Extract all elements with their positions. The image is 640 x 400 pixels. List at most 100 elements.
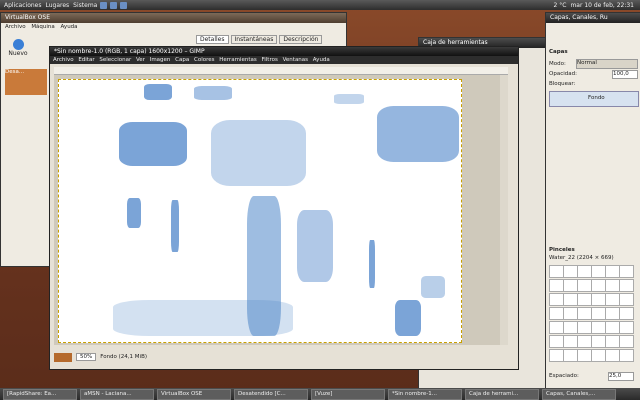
brush-thumbnail[interactable] (549, 307, 564, 320)
gimp-titlebar[interactable]: *Sin nombre-1.0 (RGB, 1 capa) 1600x1200 … (50, 47, 518, 56)
layer-row[interactable]: Fondo (549, 91, 639, 107)
brush-thumbnail[interactable] (619, 321, 634, 334)
brush-thumbnail[interactable] (577, 321, 592, 334)
brush-thumbnail[interactable] (591, 335, 606, 348)
brush-thumbnail[interactable] (563, 265, 578, 278)
gimp-menu-capa[interactable]: Capa (175, 57, 189, 63)
vertical-scrollbar[interactable] (500, 75, 508, 345)
brush-thumbnail[interactable] (605, 335, 620, 348)
places-menu[interactable]: Lugares (45, 2, 69, 9)
brush-thumbnail[interactable] (619, 279, 634, 292)
gimp-menubar: Archivo Editar Seleccionar Ver Imagen Ca… (50, 56, 518, 64)
brush-thumbnail[interactable] (591, 265, 606, 278)
brush-thumbnail[interactable] (549, 349, 564, 362)
weather-indicator[interactable]: 2 °C (554, 2, 567, 9)
brush-thumbnail[interactable] (619, 293, 634, 306)
vbox-titlebar[interactable]: VirtualBox OSE (1, 13, 346, 23)
water-brush-stamp (119, 122, 187, 166)
brush-thumbnail[interactable] (605, 349, 620, 362)
brush-thumbnail[interactable] (605, 307, 620, 320)
brush-thumbnail[interactable] (619, 335, 634, 348)
system-menu[interactable]: Sistema (73, 2, 97, 9)
water-brush-stamp (171, 200, 179, 252)
brush-thumbnail[interactable] (577, 335, 592, 348)
gimp-menu-ver[interactable]: Ver (136, 57, 145, 63)
layers-dock-window: Capas, Canales, Ru Capas Modo: Normal Op… (545, 12, 640, 390)
gimp-menu-ventanas[interactable]: Ventanas (283, 57, 308, 63)
water-brush-stamp (334, 94, 364, 104)
terminal-launcher-icon[interactable] (120, 1, 128, 9)
brush-thumbnail[interactable] (591, 307, 606, 320)
gimp-menu-seleccionar[interactable]: Seleccionar (99, 57, 131, 63)
mode-select[interactable]: Normal (576, 59, 638, 69)
new-vm-button[interactable]: Nuevo (7, 39, 29, 63)
clock[interactable]: mar 10 de feb, 22:31 (570, 2, 634, 9)
gimp-menu-colores[interactable]: Colores (194, 57, 215, 63)
brush-name: Water_22 (2204 × 669) (549, 255, 614, 261)
taskbar-item[interactable]: Capas, Canales,... (542, 388, 616, 400)
bottom-panel: [RapidShare: Ea... aMSN - Laciana... Virtu… (0, 388, 640, 400)
vbox-tabs: Detalles Instantáneas Descripción (196, 35, 323, 44)
pointer-indicator[interactable] (54, 352, 72, 362)
taskbar-item[interactable]: Desatendido [C... (234, 388, 308, 400)
mail-launcher-icon[interactable] (110, 1, 118, 9)
spacing-field[interactable]: 25,0 (608, 372, 634, 381)
brush-thumbnail[interactable] (549, 335, 564, 348)
gimp-menu-filtros[interactable]: Filtros (261, 57, 277, 63)
brush-thumbnail[interactable] (563, 349, 578, 362)
brush-thumbnail[interactable] (549, 321, 564, 334)
browser-launcher-icon[interactable] (100, 1, 108, 9)
vbox-menu-archivo[interactable]: Archivo (5, 24, 26, 30)
tab-detalles[interactable]: Detalles (196, 35, 229, 44)
brush-thumbnail[interactable] (549, 293, 564, 306)
brush-thumbnail[interactable] (591, 279, 606, 292)
opacity-field[interactable]: 100,0 (612, 70, 638, 79)
taskbar-item[interactable]: [RapidShare: Ea... (3, 388, 77, 400)
taskbar-item[interactable]: Caja de herrami... (465, 388, 539, 400)
brush-thumbnail[interactable] (549, 265, 564, 278)
image-canvas[interactable] (58, 79, 462, 343)
vbox-menu-maquina[interactable]: Máquina (31, 24, 54, 30)
brush-thumbnail[interactable] (563, 293, 578, 306)
applications-menu[interactable]: Aplicaciones (4, 2, 41, 9)
brush-thumbnail[interactable] (577, 279, 592, 292)
top-panel: Aplicaciones Lugares Sistema 2 °C mar 10… (0, 0, 640, 10)
brush-thumbnail[interactable] (563, 307, 578, 320)
taskbar-item[interactable]: [Vuze] (311, 388, 385, 400)
zoom-combo[interactable]: 50% (76, 353, 97, 361)
brush-thumbnail[interactable] (619, 265, 634, 278)
layers-titlebar[interactable]: Capas, Canales, Ru (546, 13, 640, 23)
taskbar-item[interactable]: *Sin nombre-1... (388, 388, 462, 400)
gimp-menu-ayuda[interactable]: Ayuda (313, 57, 330, 63)
gimp-menu-editar[interactable]: Editar (78, 57, 94, 63)
taskbar-item[interactable]: aMSN - Laciana... (80, 388, 154, 400)
new-label: Nuevo (8, 50, 28, 57)
gimp-menu-archivo[interactable]: Archivo (53, 57, 74, 63)
brush-thumbnail[interactable] (549, 279, 564, 292)
vm-list-item[interactable]: Desa... (5, 69, 47, 95)
canvas-area[interactable] (54, 75, 508, 345)
gimp-menu-imagen[interactable]: Imagen (150, 57, 171, 63)
brush-thumbnail[interactable] (605, 279, 620, 292)
brush-thumbnail[interactable] (577, 349, 592, 362)
brush-thumbnail[interactable] (591, 293, 606, 306)
tab-descripcion[interactable]: Descripción (279, 35, 323, 44)
brush-thumbnail[interactable] (605, 321, 620, 334)
brush-thumbnail[interactable] (563, 279, 578, 292)
brush-thumbnail[interactable] (619, 349, 634, 362)
vbox-menu-ayuda[interactable]: Ayuda (61, 24, 78, 30)
tab-instantaneas[interactable]: Instantáneas (230, 35, 278, 44)
brush-thumbnail[interactable] (605, 293, 620, 306)
gimp-menu-herramientas[interactable]: Herramientas (219, 57, 256, 63)
taskbar-item[interactable]: VirtualBox OSE (157, 388, 231, 400)
new-icon (12, 39, 24, 50)
brush-thumbnail[interactable] (591, 321, 606, 334)
brush-thumbnail[interactable] (591, 349, 606, 362)
brush-thumbnail[interactable] (563, 321, 578, 334)
brush-thumbnail[interactable] (605, 265, 620, 278)
brush-thumbnail[interactable] (577, 293, 592, 306)
brush-thumbnail[interactable] (563, 335, 578, 348)
brush-thumbnail[interactable] (577, 265, 592, 278)
brush-thumbnail[interactable] (577, 307, 592, 320)
brush-thumbnail[interactable] (619, 307, 634, 320)
